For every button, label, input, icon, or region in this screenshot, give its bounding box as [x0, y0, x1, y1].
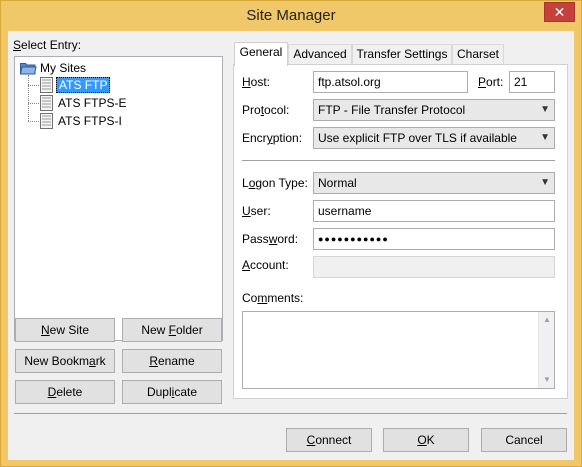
site-manager-window: Site Manager ✕ Select Entry: My Sites AT… — [0, 0, 582, 467]
close-button[interactable]: ✕ — [544, 2, 575, 22]
client-area: Select Entry: My Sites ATS FTP ATS FTPS-… — [8, 31, 574, 460]
logon-type-select[interactable]: Normal ▼ — [313, 172, 555, 194]
tab-general[interactable]: General — [234, 42, 288, 66]
chevron-down-icon: ▼ — [540, 104, 550, 115]
site-tree[interactable]: My Sites ATS FTP ATS FTPS-E ATS FTPS-I — [14, 56, 223, 341]
tab-advanced[interactable]: Advanced — [288, 44, 352, 65]
server-icon — [40, 95, 53, 111]
new-folder-button[interactable]: New Folder — [122, 318, 222, 342]
user-input[interactable]: username — [313, 200, 555, 222]
scroll-down-icon[interactable]: ▼ — [539, 372, 555, 388]
tree-site-ats-ftps-i[interactable]: ATS FTPS-I — [58, 112, 122, 130]
window-title: Site Manager — [246, 7, 336, 24]
comments-scrollbar[interactable]: ▲ ▼ — [538, 312, 554, 388]
general-panel: Host: ftp.atsol.org Port: 21 Protocol: F… — [233, 64, 568, 399]
new-bookmark-button[interactable]: New Bookmark — [15, 349, 115, 373]
protocol-select[interactable]: FTP - File Transfer Protocol ▼ — [313, 99, 555, 121]
tab-charset[interactable]: Charset — [452, 44, 504, 65]
cancel-button[interactable]: Cancel — [481, 428, 567, 452]
account-label: Account: — [242, 258, 289, 272]
chevron-down-icon: ▼ — [540, 177, 550, 188]
tree-site-ats-ftps-e[interactable]: ATS FTPS-E — [58, 94, 126, 112]
account-input[interactable] — [313, 256, 555, 278]
folder-open-icon — [20, 63, 37, 75]
port-input[interactable]: 21 — [509, 71, 555, 93]
duplicate-button[interactable]: Duplicate — [122, 380, 222, 404]
comments-label: Comments: — [242, 291, 304, 305]
tab-transfer-settings[interactable]: Transfer Settings — [352, 44, 452, 65]
logon-type-label: Logon Type: — [242, 176, 308, 190]
ok-button[interactable]: OK — [383, 428, 469, 452]
footer-separator — [14, 413, 567, 414]
rename-button[interactable]: Rename — [122, 349, 222, 373]
password-input[interactable]: ●●●●●●●●●●● — [313, 228, 555, 250]
connect-button[interactable]: Connect — [286, 428, 372, 452]
encryption-label: Encryption: — [242, 131, 303, 145]
scroll-up-icon[interactable]: ▲ — [539, 312, 555, 328]
title-bar[interactable]: Site Manager ✕ — [1, 1, 581, 31]
tree-site-ats-ftp[interactable]: ATS FTP — [56, 76, 111, 94]
host-label: Host: — [242, 75, 271, 89]
user-label: User: — [242, 204, 271, 218]
delete-button[interactable]: Delete — [15, 380, 115, 404]
password-label: Password: — [242, 232, 299, 246]
server-icon — [40, 77, 53, 93]
new-site-button[interactable]: New Site — [15, 318, 115, 342]
protocol-label: Protocol: — [242, 103, 290, 117]
host-input[interactable]: ftp.atsol.org — [313, 71, 468, 93]
server-icon — [40, 113, 53, 129]
comments-textarea[interactable]: ▲ ▼ — [242, 311, 555, 389]
port-label: Port: — [478, 75, 504, 89]
select-entry-label: Select Entry: — [13, 38, 82, 52]
encryption-select[interactable]: Use explicit FTP over TLS if available ▼ — [313, 127, 555, 149]
separator — [242, 160, 555, 161]
close-icon: ✕ — [553, 4, 566, 20]
chevron-down-icon: ▼ — [540, 132, 550, 143]
tree-root-my-sites[interactable]: My Sites — [40, 59, 86, 77]
